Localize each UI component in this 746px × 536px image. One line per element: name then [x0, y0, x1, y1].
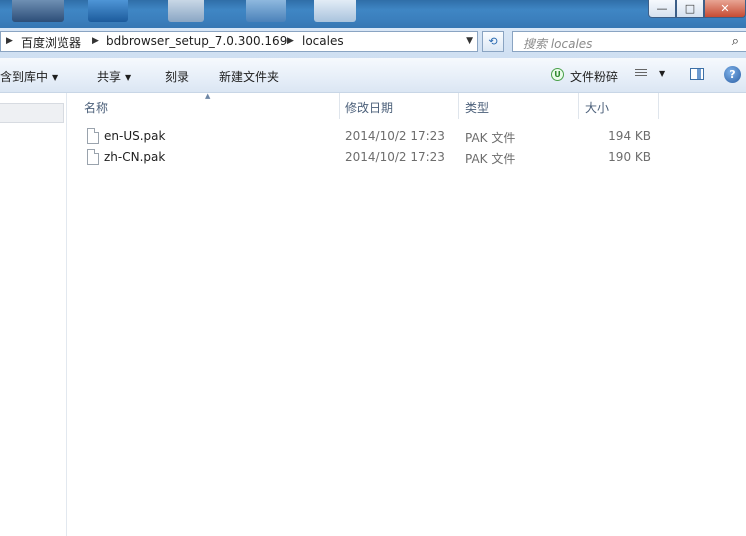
preview-pane-icon[interactable] — [690, 68, 704, 80]
refresh-button[interactable]: ⟲ — [482, 31, 504, 52]
file-type: PAK 文件 — [465, 152, 516, 166]
close-button[interactable]: ✕ — [704, 0, 746, 18]
column-header-label: 大小 — [585, 101, 610, 115]
navigation-pane — [0, 93, 67, 536]
taskbar-thumbnail — [314, 0, 356, 22]
share-button[interactable]: 共享 ▼ — [97, 68, 131, 85]
file-name: en-US.pak — [104, 129, 166, 143]
view-options-icon[interactable] — [635, 67, 647, 80]
search-icon[interactable]: ⌕ — [732, 34, 739, 49]
file-shred-button[interactable]: 文件粉碎 — [570, 68, 618, 85]
chevron-down-icon: ▼ — [125, 73, 132, 82]
file-shred-icon[interactable]: U — [551, 68, 564, 81]
navigation-selected-item[interactable] — [0, 103, 64, 123]
search-input[interactable]: 搜索 locales ⌕ — [512, 31, 746, 52]
maximize-button[interactable]: □ — [676, 0, 704, 18]
column-header-label: 修改日期 — [345, 101, 394, 115]
refresh-icon: ⟲ — [488, 35, 498, 48]
window-controls: — □ ✕ — [648, 0, 746, 18]
file-type: PAK 文件 — [465, 131, 516, 145]
command-toolbar: 包含到库中▼ 共享▼ 刻录 新建文件夹 U 文件粉碎 ▼ ? — [0, 58, 746, 93]
sort-ascending-icon: ▲ — [205, 92, 211, 100]
file-icon — [87, 149, 99, 165]
breadcrumb-item[interactable]: bdbrowser_setup_7.0.300.169 — [106, 34, 287, 48]
table-row[interactable]: zh-CN.pak 2014/10/2 17:23 PAK 文件 190 KB — [80, 147, 660, 168]
breadcrumb-separator-icon[interactable]: ▶ — [6, 36, 13, 46]
column-header-date[interactable]: 修改日期 — [337, 93, 459, 119]
file-size: 190 KB — [608, 150, 651, 164]
view-options-dropdown-icon[interactable]: ▼ — [659, 69, 665, 78]
file-date: 2014/10/2 17:23 — [345, 129, 445, 143]
include-in-library-button[interactable]: 包含到库中▼ — [0, 68, 58, 85]
breadcrumb-item[interactable]: locales — [302, 34, 344, 48]
file-icon — [87, 128, 99, 144]
column-header-type[interactable]: 类型 — [457, 93, 579, 119]
new-folder-button[interactable]: 新建文件夹 — [219, 68, 279, 85]
include-in-library-label: 包含到库中 — [0, 70, 49, 84]
burn-button[interactable]: 刻录 — [165, 68, 189, 85]
column-header-label: 类型 — [465, 101, 490, 115]
chevron-down-icon: ▼ — [52, 73, 59, 82]
address-history-dropdown-icon[interactable]: ▼ — [466, 36, 473, 46]
column-header-label: 名称 — [84, 101, 109, 115]
address-row: ▶ 百度浏览器 ▶ bdbrowser_setup_7.0.300.169 ▶ … — [0, 28, 746, 58]
file-date: 2014/10/2 17:23 — [345, 150, 445, 164]
window-title-bar: — □ ✕ — [0, 0, 746, 28]
minimize-button[interactable]: — — [648, 0, 676, 18]
share-label: 共享 — [97, 70, 122, 84]
address-bar[interactable]: ▶ 百度浏览器 ▶ bdbrowser_setup_7.0.300.169 ▶ … — [0, 31, 478, 52]
help-icon[interactable]: ? — [724, 66, 741, 83]
taskbar-thumbnail — [168, 0, 204, 22]
breadcrumb-item[interactable]: 百度浏览器 — [21, 34, 81, 51]
taskbar-thumbnail — [88, 0, 128, 22]
file-name: zh-CN.pak — [104, 150, 166, 164]
taskbar-thumbnail — [246, 0, 286, 22]
breadcrumb-separator-icon[interactable]: ▶ — [92, 36, 99, 46]
column-header-size[interactable]: 大小 — [577, 93, 659, 119]
column-divider — [658, 93, 659, 119]
breadcrumb-separator-icon[interactable]: ▶ — [287, 36, 294, 46]
search-placeholder: 搜索 locales — [523, 37, 593, 51]
table-row[interactable]: en-US.pak 2014/10/2 17:23 PAK 文件 194 KB — [80, 126, 660, 147]
file-size: 194 KB — [608, 129, 651, 143]
taskbar-thumbnail — [12, 0, 64, 22]
